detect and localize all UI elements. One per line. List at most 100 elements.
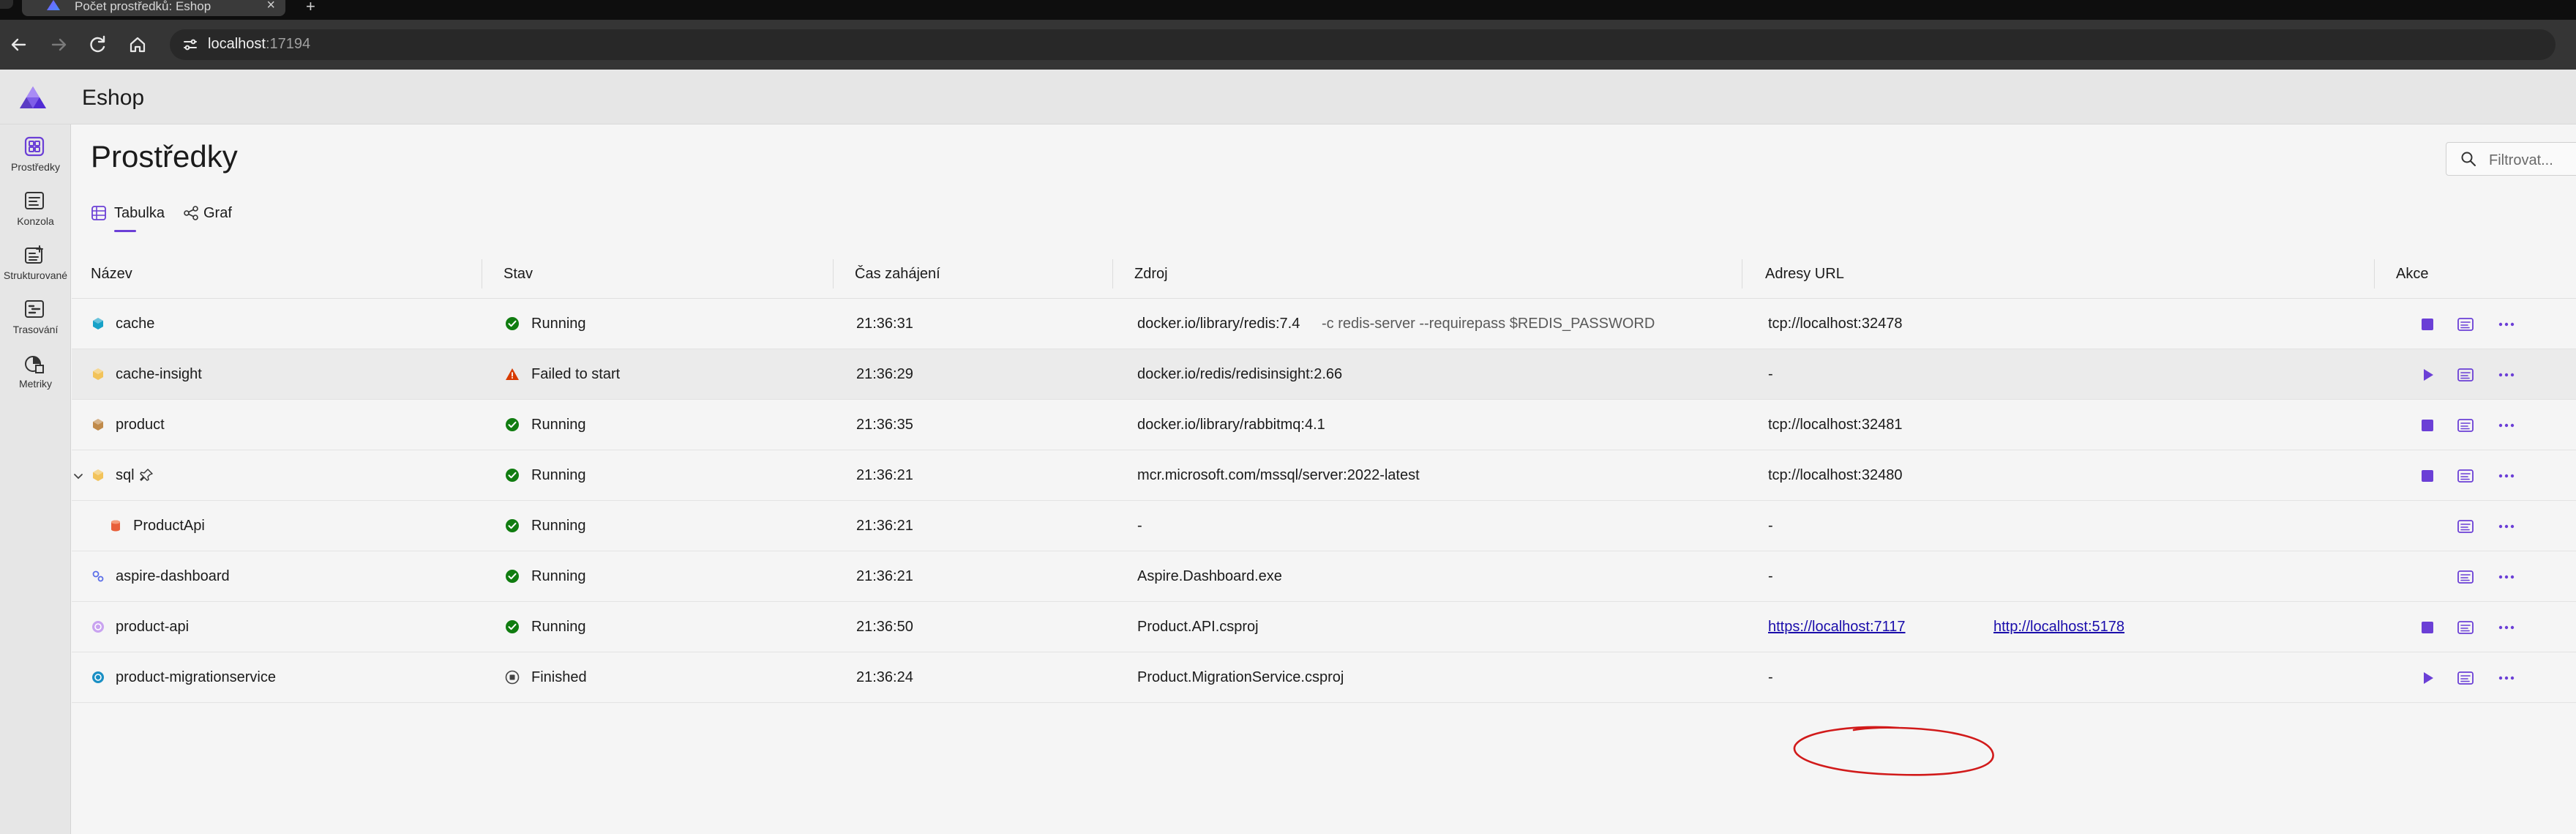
container-icon <box>93 368 103 380</box>
tab-graph[interactable]: Graf <box>183 201 249 230</box>
table-row[interactable]: sql Running 21:36:21 mcr.microsoft.com/mssq… <box>72 450 2576 501</box>
new-tab-button[interactable]: + <box>306 0 315 16</box>
more-actions-button[interactable] <box>2497 365 2516 384</box>
console-logs-button[interactable] <box>2456 466 2475 485</box>
console-logs-icon <box>2457 570 2474 584</box>
resource-name[interactable]: product-api <box>116 602 189 652</box>
table-row[interactable]: cache-insight Failed to start 21:36:29 dock… <box>72 349 2576 400</box>
console-logs-button[interactable] <box>2456 315 2475 334</box>
column-resize-handle[interactable] <box>1112 259 1113 288</box>
status-text: Running <box>531 518 586 534</box>
nav-item-console[interactable]: Konzola <box>0 185 71 236</box>
source-text: docker.io/library/rabbitmq:4.1 <box>1137 417 1325 433</box>
console-logs-button[interactable] <box>2456 567 2475 587</box>
address-bar[interactable]: localhost:17194 <box>170 29 2556 60</box>
resource-name[interactable]: sql <box>116 450 135 501</box>
nav-item-metrics[interactable]: Metriky <box>0 347 71 398</box>
stop-button[interactable] <box>2418 466 2437 485</box>
stop-button[interactable] <box>2418 416 2437 435</box>
resource-name[interactable]: cache-insight <box>116 349 202 400</box>
stop-button[interactable] <box>2418 315 2437 334</box>
endpoint-link[interactable]: https://localhost:7117 <box>1768 602 1906 652</box>
more-actions-button[interactable] <box>2497 618 2516 637</box>
resource-name[interactable]: cache <box>116 299 154 349</box>
app-header: Eshop <box>0 70 2576 124</box>
stop-icon <box>2422 420 2433 431</box>
console-logs-button[interactable] <box>2456 416 2475 435</box>
endpoint-text: tcp://localhost:32481 <box>1768 417 1903 433</box>
status-text: Running <box>531 417 586 433</box>
endpoint-text: - <box>1768 568 1773 584</box>
metrics-icon <box>25 356 44 373</box>
table-row[interactable]: product-api Running 21:36:50 Product.API.cs… <box>72 602 2576 652</box>
column-resize-handle[interactable] <box>833 259 834 288</box>
resource-name[interactable]: product <box>116 400 165 450</box>
app-title[interactable]: Eshop <box>82 86 144 111</box>
column-header-name[interactable]: Název <box>91 249 132 299</box>
endpoint-text: - <box>1768 669 1773 685</box>
source-text: - <box>1137 518 1142 534</box>
more-icon <box>2498 524 2515 529</box>
stop-button[interactable] <box>2418 618 2437 637</box>
start-button[interactable] <box>2418 365 2437 384</box>
site-info-icon[interactable] <box>180 36 201 53</box>
resource-name[interactable]: aspire-dashboard <box>116 551 230 602</box>
console-logs-button[interactable] <box>2456 669 2475 688</box>
endpoint-text: - <box>1768 366 1773 382</box>
nav-label-console: Konzola <box>17 215 54 227</box>
endpoint-link[interactable]: http://localhost:5178 <box>1993 602 2124 652</box>
filter-input[interactable]: Filtrovat... <box>2446 142 2576 176</box>
running-check-icon <box>506 469 519 482</box>
console-logs-button[interactable] <box>2456 517 2475 536</box>
running-check-icon <box>506 570 519 583</box>
resource-name[interactable]: product-migrationservice <box>116 652 276 703</box>
nav-label-metrics: Metriky <box>18 378 53 390</box>
more-icon <box>2498 423 2515 428</box>
nav-item-structured-logs[interactable]: Strukturované <box>0 239 71 290</box>
play-icon <box>2424 369 2433 381</box>
table-row[interactable]: product-migrationservice Finished 21:36:24… <box>72 652 2576 703</box>
more-icon <box>2498 625 2515 630</box>
tab-table[interactable]: Tabulka <box>91 201 171 232</box>
play-icon <box>2424 672 2433 684</box>
back-icon[interactable] <box>4 30 34 59</box>
more-actions-button[interactable] <box>2497 315 2516 334</box>
more-actions-button[interactable] <box>2497 567 2516 587</box>
more-actions-button[interactable] <box>2497 669 2516 688</box>
table-icon <box>91 206 106 220</box>
expand-chevron-icon[interactable] <box>73 469 83 483</box>
column-header-source[interactable]: Zdroj <box>1134 249 1168 299</box>
nav-item-traces[interactable]: Trasování <box>0 293 71 344</box>
console-logs-button[interactable] <box>2456 618 2475 637</box>
table-row[interactable]: product Running 21:36:35 docker.io/library/… <box>72 400 2576 450</box>
table-row[interactable]: aspire-dashboard Running 21:36:21 Aspire.Da… <box>72 551 2576 602</box>
browser-tab-title: Počet prostředků: Eshop <box>75 0 211 13</box>
start-time: 21:36:31 <box>856 316 913 332</box>
more-actions-button[interactable] <box>2497 466 2516 485</box>
browser-tab[interactable]: Počet prostředků: Eshop × <box>22 0 285 16</box>
more-actions-button[interactable] <box>2497 517 2516 536</box>
more-actions-button[interactable] <box>2497 416 2516 435</box>
container-icon <box>93 318 103 329</box>
forward-icon[interactable] <box>44 30 73 59</box>
column-header-state[interactable]: Stav <box>503 249 533 299</box>
table-row[interactable]: cache Running 21:36:31 docker.io/library/re… <box>72 299 2576 349</box>
url-text[interactable]: localhost:17194 <box>208 36 310 53</box>
console-logs-button[interactable] <box>2456 365 2475 384</box>
column-resize-handle[interactable] <box>2374 259 2375 288</box>
status-text: Finished <box>531 669 587 685</box>
nav-item-resources[interactable]: Prostředky <box>0 130 71 182</box>
reload-icon[interactable] <box>83 30 113 59</box>
aspire-logo-icon[interactable] <box>19 86 47 109</box>
executable-icon <box>92 570 104 582</box>
tab-selected-indicator <box>114 230 136 232</box>
table-row[interactable]: ProductApi Running 21:36:21 - - <box>72 501 2576 551</box>
more-icon <box>2498 676 2515 680</box>
source-text: docker.io/redis/redisinsight:2.66 <box>1137 366 1343 382</box>
close-tab-icon[interactable]: × <box>266 0 275 12</box>
start-button[interactable] <box>2418 669 2437 688</box>
home-icon[interactable] <box>123 30 152 59</box>
column-header-start-time[interactable]: Čas zahájení <box>855 249 940 299</box>
resource-name[interactable]: ProductApi <box>133 501 205 551</box>
column-header-urls[interactable]: Adresy URL <box>1765 249 1844 299</box>
